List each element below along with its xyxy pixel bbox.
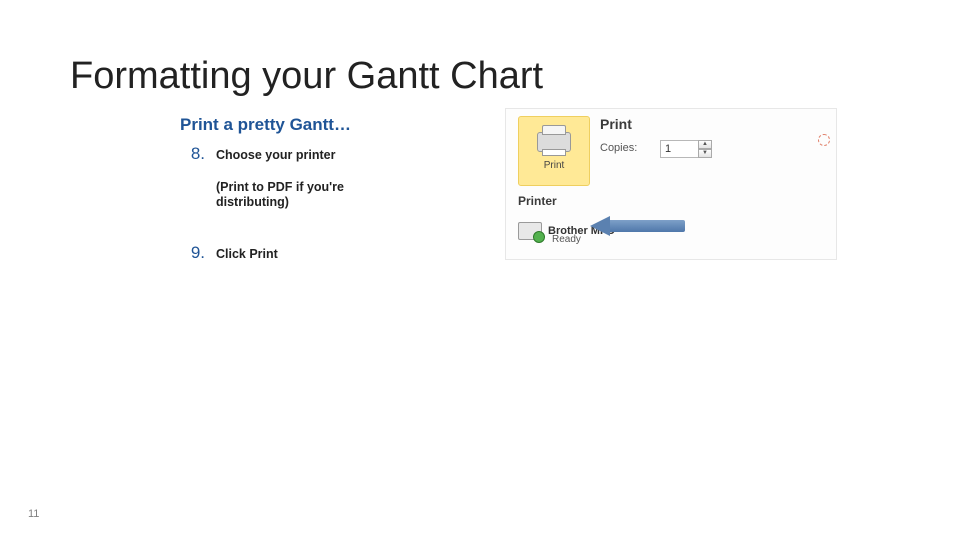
step-text-8: Choose your printer: [216, 148, 335, 162]
arrow-left-icon: [590, 216, 610, 236]
printer-device-icon: [518, 222, 542, 240]
printer-icon: [537, 132, 571, 152]
callout-arrow: [590, 216, 685, 236]
page-number: 11: [28, 508, 39, 520]
print-button-label: Print: [544, 160, 565, 171]
chevron-down-icon[interactable]: ▼: [698, 149, 712, 158]
step-text-9: Click Print: [216, 247, 278, 261]
print-button[interactable]: Print: [518, 116, 590, 186]
printer-status: Ready: [552, 234, 581, 245]
slide-title: Formatting your Gantt Chart: [70, 55, 543, 98]
dialog-heading-printer: Printer: [518, 194, 557, 208]
status-ready-icon: [533, 231, 545, 243]
copies-stepper[interactable]: ▲ ▼: [698, 140, 712, 158]
dialog-heading-print: Print: [600, 116, 632, 132]
decorative-circle-icon: [818, 134, 830, 146]
slide-subtitle: Print a pretty Gantt…: [180, 115, 351, 135]
step-number-8: 8.: [185, 144, 205, 164]
step-note-8: (Print to PDF if you're distributing): [216, 180, 351, 210]
step-number-9: 9.: [185, 243, 205, 263]
copies-label: Copies:: [600, 142, 637, 154]
chevron-up-icon[interactable]: ▲: [698, 140, 712, 149]
copies-input[interactable]: 1: [660, 140, 700, 158]
